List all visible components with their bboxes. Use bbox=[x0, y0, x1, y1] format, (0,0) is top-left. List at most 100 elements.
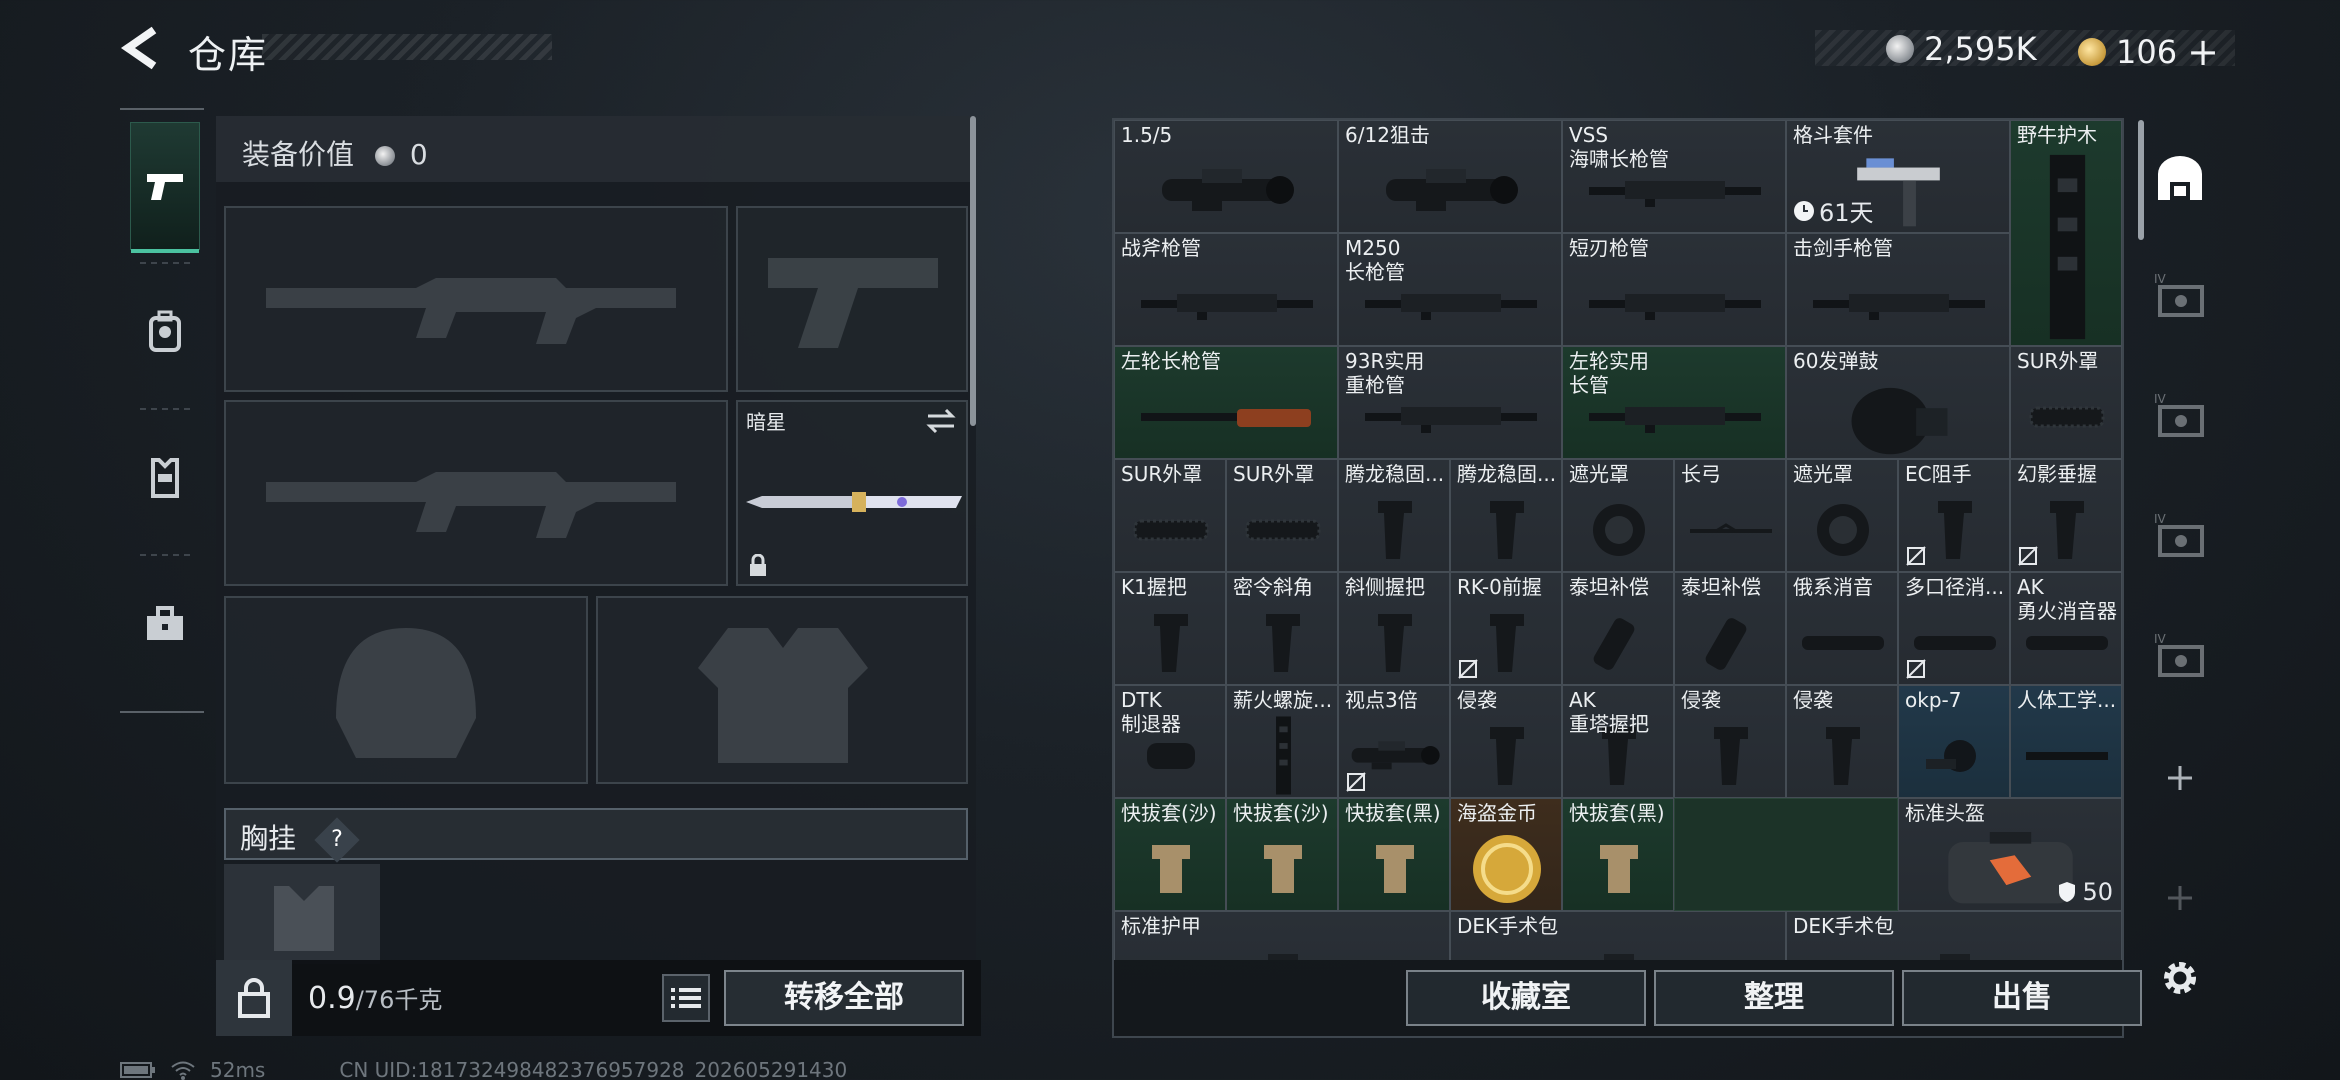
knife-icon bbox=[746, 492, 962, 512]
storage-item-name: 幻影垂握 bbox=[2017, 462, 2097, 486]
swap-icon[interactable] bbox=[926, 408, 956, 434]
storage-item[interactable]: 侵袭 bbox=[1674, 685, 1786, 798]
rail-tab-toolbox[interactable] bbox=[130, 560, 200, 688]
storage-item[interactable]: M250 长枪管 bbox=[1338, 233, 1562, 346]
settings-button[interactable] bbox=[2148, 946, 2212, 1010]
storage-item[interactable]: SUR外罩 bbox=[1226, 459, 1338, 572]
chest-rig-slot[interactable] bbox=[224, 864, 380, 964]
storage-item-name: M250 长枪管 bbox=[1345, 236, 1405, 284]
backpack-icon bbox=[149, 310, 181, 352]
organize-button[interactable]: 整理 bbox=[1654, 970, 1894, 1026]
primary-weapon-slot[interactable] bbox=[224, 206, 728, 392]
storage-item[interactable]: 遮光罩 bbox=[1786, 459, 1898, 572]
storage-item[interactable]: 快拔套(沙) bbox=[1226, 798, 1338, 911]
storage-item-name: K1握把 bbox=[1121, 575, 1187, 599]
storage-item[interactable]: 多口径消... bbox=[1898, 572, 2010, 685]
lock-button[interactable] bbox=[216, 960, 292, 1036]
storage-item-name: DTK 制退器 bbox=[1121, 688, 1181, 736]
storage-tab-main[interactable] bbox=[2148, 148, 2212, 212]
storage-tab-3[interactable]: IV bbox=[2148, 384, 2212, 448]
storage-item[interactable]: 泰坦补偿 bbox=[1562, 572, 1674, 685]
storage-item[interactable]: 海盗金币 bbox=[1450, 798, 1562, 911]
helmet-slot[interactable] bbox=[224, 596, 588, 784]
storage-item[interactable]: AK 勇火消音器 bbox=[2010, 572, 2122, 685]
storage-item[interactable]: 6/12狙击 bbox=[1338, 120, 1562, 233]
add-gold-button[interactable]: + bbox=[2187, 30, 2219, 74]
storage-item[interactable]: K1握把 bbox=[1114, 572, 1226, 685]
storage-item-name: 左轮长枪管 bbox=[1121, 349, 1221, 373]
add-storage-button[interactable] bbox=[2148, 746, 2212, 810]
rail-icon bbox=[2022, 746, 2112, 770]
secondary-weapon-slot[interactable] bbox=[736, 206, 968, 392]
armor-slot[interactable] bbox=[596, 596, 968, 784]
storage-item[interactable]: SUR外罩 bbox=[1114, 459, 1226, 572]
comp-icon bbox=[1589, 608, 1649, 682]
storage-item[interactable]: 格斗套件 61天 bbox=[1786, 120, 2010, 233]
collection-room-button[interactable]: 收藏室 bbox=[1406, 970, 1646, 1026]
storage-item[interactable]: 60发弹鼓 bbox=[1786, 346, 2010, 459]
storage-item-name: 短刃枪管 bbox=[1569, 236, 1649, 260]
storage-item[interactable]: 俄系消音 bbox=[1786, 572, 1898, 685]
rail-tab-weapons[interactable] bbox=[130, 122, 200, 253]
storage-item[interactable]: 遮光罩 bbox=[1562, 459, 1674, 572]
storage-item[interactable]: RK-0前握 bbox=[1450, 572, 1562, 685]
storage-item[interactable]: 左轮实用 长管 bbox=[1562, 346, 1786, 459]
rail-tab-backpack[interactable] bbox=[130, 268, 200, 396]
status-bar: 52ms CN UID:18173249848237695792​8_20260… bbox=[120, 1058, 847, 1080]
storage-tab-4[interactable]: IV bbox=[2148, 504, 2212, 568]
storage-item[interactable]: EC阻手 bbox=[1898, 459, 2010, 572]
storage-item[interactable]: 野牛护木 bbox=[2010, 120, 2122, 346]
storage-item[interactable]: DEK手术包 bbox=[1450, 911, 1786, 960]
grip-icon bbox=[1370, 495, 1420, 569]
storage-item[interactable]: 腾龙稳固... bbox=[1338, 459, 1450, 572]
storage-item[interactable]: 人体工学... bbox=[2010, 685, 2122, 798]
list-view-button[interactable] bbox=[662, 974, 710, 1022]
no-trade-icon bbox=[1905, 545, 1927, 567]
storage-item[interactable]: DEK手术包 bbox=[1786, 911, 2122, 960]
sell-button[interactable]: 出售 bbox=[1902, 970, 2142, 1026]
back-button[interactable] bbox=[118, 24, 166, 72]
storage-item[interactable]: 侵袭 bbox=[1786, 685, 1898, 798]
storage-item[interactable]: DTK 制退器 bbox=[1114, 685, 1226, 798]
storage-scrollbar[interactable] bbox=[2138, 120, 2144, 240]
storage-item[interactable]: 长弓 bbox=[1674, 459, 1786, 572]
storage-item[interactable]: 左轮长枪管 bbox=[1114, 346, 1338, 459]
storage-item[interactable]: 93R实用 重枪管 bbox=[1338, 346, 1562, 459]
storage-item[interactable]: 标准护甲 bbox=[1114, 911, 1450, 960]
storage-item[interactable]: 斜侧握把 bbox=[1338, 572, 1450, 685]
storage-item-name: 人体工学... bbox=[2017, 688, 2117, 712]
secondary-rifle-slot[interactable] bbox=[224, 400, 728, 586]
gold-currency[interactable]: 106 + bbox=[2078, 30, 2219, 74]
storage-item[interactable]: SUR外罩 bbox=[2010, 346, 2122, 459]
storage-item[interactable]: okp-7 bbox=[1898, 685, 2010, 798]
storage-item[interactable]: 快拔套(黑) bbox=[1338, 798, 1450, 911]
help-icon[interactable]: ? bbox=[314, 817, 360, 863]
storage-item[interactable]: 击剑手枪管 bbox=[1786, 233, 2010, 346]
loadout-scrollbar[interactable] bbox=[970, 116, 976, 426]
weight-lock-icon bbox=[238, 978, 270, 1018]
storage-item-name: RK-0前握 bbox=[1457, 575, 1542, 599]
storage-item[interactable]: 1.5/5 bbox=[1114, 120, 1338, 233]
storage-item[interactable]: 视点3倍 bbox=[1338, 685, 1450, 798]
storage-tab-2[interactable]: IV bbox=[2148, 264, 2212, 328]
storage-item[interactable]: 泰坦补偿 bbox=[1674, 572, 1786, 685]
storage-item[interactable]: 快拔套(沙) bbox=[1114, 798, 1226, 911]
mag-sleeve-icon bbox=[1370, 839, 1420, 903]
storage-item[interactable]: 薪火螺旋... bbox=[1226, 685, 1338, 798]
storage-item[interactable]: 密令斜角 bbox=[1226, 572, 1338, 685]
storage-tab-5[interactable]: IV bbox=[2148, 624, 2212, 688]
storage-item[interactable]: 快拔套(黑) bbox=[1562, 798, 1674, 911]
storage-item[interactable]: 短刃枪管 bbox=[1562, 233, 1786, 346]
transfer-all-button[interactable]: 转移全部 bbox=[724, 970, 964, 1026]
storage-item[interactable]: 腾龙稳固... bbox=[1450, 459, 1562, 572]
storage-item[interactable]: 幻影垂握 bbox=[2010, 459, 2122, 572]
rail-tab-vest[interactable] bbox=[130, 414, 200, 542]
storage-item[interactable]: 侵袭 bbox=[1450, 685, 1562, 798]
brake-icon bbox=[1141, 731, 1201, 785]
battery-icon bbox=[120, 1062, 155, 1078]
storage-item[interactable]: 战斧枪管 bbox=[1114, 233, 1338, 346]
melee-slot[interactable]: 暗星 bbox=[736, 400, 968, 586]
storage-item[interactable]: VSS 海啸长枪管 bbox=[1562, 120, 1786, 233]
storage-item[interactable]: AK 重塔握把 bbox=[1562, 685, 1674, 798]
storage-item[interactable]: 标准头盔 50 bbox=[1898, 798, 2122, 911]
